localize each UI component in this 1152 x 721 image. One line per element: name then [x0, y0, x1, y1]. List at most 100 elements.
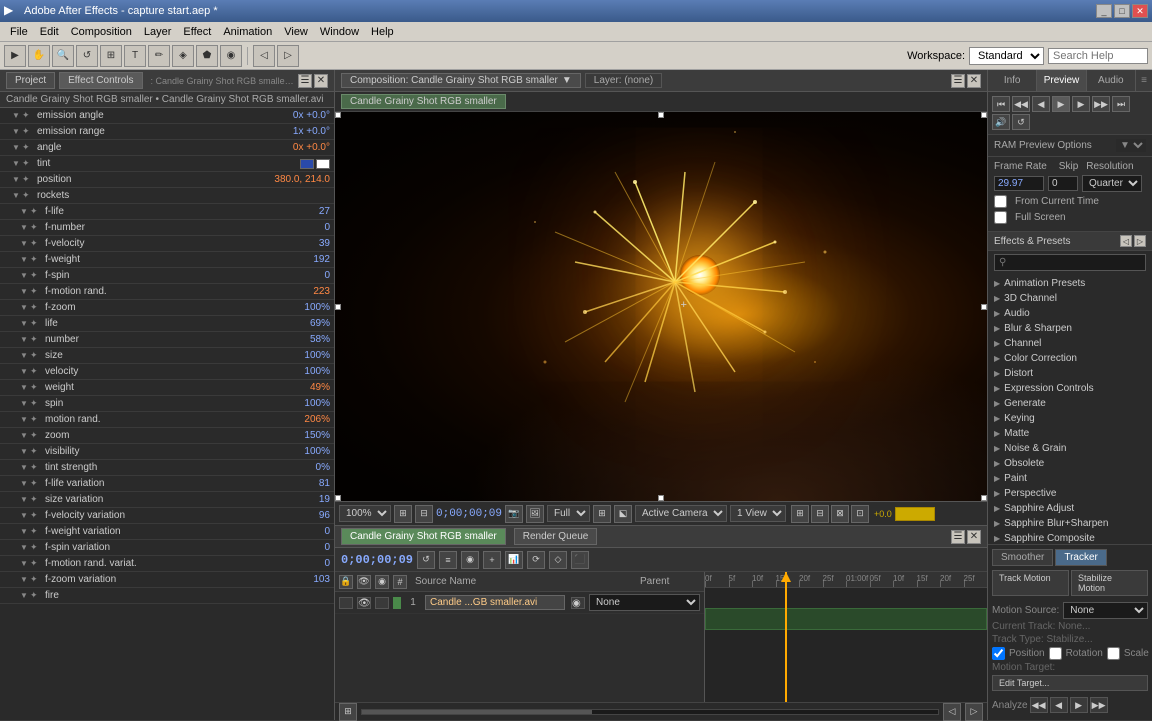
handle-mr[interactable] [981, 304, 987, 310]
effect-item[interactable]: ▼✦visibility100% [0, 444, 334, 460]
tl-btn-col[interactable]: ⬛ [571, 551, 589, 569]
effect-item[interactable]: ▼✦f-spin0 [0, 268, 334, 284]
ep-list-item[interactable]: ▶Perspective [988, 486, 1152, 501]
tool-text[interactable]: T [124, 45, 146, 67]
prev-first-btn[interactable]: ⏮ [992, 96, 1010, 112]
effect-item[interactable]: ▼✦emission range1x +0.0° [0, 124, 334, 140]
timeline-timecode[interactable]: 0;00;00;09 [341, 553, 413, 567]
handle-ml[interactable] [335, 304, 341, 310]
effect-item[interactable]: ▼✦f-motion rand. variat.0 [0, 556, 334, 572]
rp-expand-btn[interactable]: ≡ [1136, 70, 1152, 91]
menu-effect[interactable]: Effect [177, 24, 217, 40]
minimize-button[interactable]: _ [1096, 4, 1112, 18]
ep-list-item[interactable]: ▶Expression Controls [988, 381, 1152, 396]
tl-nav-btn1[interactable]: ◁ [943, 703, 961, 721]
effect-item[interactable]: ▼✦f-spin variation0 [0, 540, 334, 556]
effect-item[interactable]: ▼✦size variation19 [0, 492, 334, 508]
ep-list-item[interactable]: ▶Color Correction [988, 351, 1152, 366]
track-parent-select[interactable]: None [589, 594, 700, 611]
zoom-select[interactable]: 100% [339, 505, 391, 522]
comp-panel-menu[interactable]: ☰ [951, 74, 965, 88]
scale-checkbox[interactable] [1107, 647, 1120, 660]
workspace-select[interactable]: Standard [969, 47, 1044, 65]
effect-item[interactable]: ▼✦f-weight variation0 [0, 524, 334, 540]
tl-btn-solo[interactable]: ◉ [461, 551, 479, 569]
rp-tab-audio[interactable]: Audio [1087, 70, 1136, 91]
menu-file[interactable]: File [4, 24, 34, 40]
timeline-close-btn[interactable]: ✕ [967, 530, 981, 544]
effect-item[interactable]: ▼✦motion rand.206% [0, 412, 334, 428]
ram-options-select[interactable]: ▼ [1116, 139, 1146, 152]
effect-item[interactable]: ▼✦velocity100% [0, 364, 334, 380]
comp-fit-btn[interactable]: ⊞ [394, 505, 412, 523]
tab-effect-controls[interactable]: Effect Controls [59, 72, 142, 89]
prev-play-btn[interactable]: ▶ [1052, 96, 1070, 112]
menu-help[interactable]: Help [365, 24, 400, 40]
tab-project[interactable]: Project [6, 72, 55, 89]
tab-comp-timeline[interactable]: Candle Grainy Shot RGB smaller [341, 528, 506, 545]
cursor-indicator[interactable]: + [681, 299, 693, 311]
effect-item[interactable]: ▼✦f-zoom variation103 [0, 572, 334, 588]
from-current-checkbox[interactable] [994, 195, 1007, 208]
analyze-step-fwd-btn[interactable]: ▶ [1070, 697, 1088, 713]
tool-zoom[interactable]: 🔍 [52, 45, 74, 67]
menu-animation[interactable]: Animation [217, 24, 278, 40]
effect-item[interactable]: ▼✦tint strength0% [0, 460, 334, 476]
tl-btn-stagger[interactable]: ≡ [439, 551, 457, 569]
analyze-step-back-btn[interactable]: ◀ [1050, 697, 1068, 713]
tl-btn-add[interactable]: + [483, 551, 501, 569]
ep-list-item[interactable]: ▶Matte [988, 426, 1152, 441]
effect-item[interactable]: ▼✦f-velocity variation96 [0, 508, 334, 524]
rp-tab-preview[interactable]: Preview [1037, 70, 1086, 91]
close-button[interactable]: ✕ [1132, 4, 1148, 18]
resolution-select[interactable]: Quarter [1082, 175, 1142, 192]
comp-grid-btn[interactable]: ⊟ [415, 505, 433, 523]
ram-preview-label[interactable]: RAM Preview Options ▼ [994, 139, 1146, 152]
tool-cam1[interactable]: ⊞ [100, 45, 122, 67]
ep-list-item[interactable]: ▶Obsolete [988, 456, 1152, 471]
ep-list-item[interactable]: ▶Distort [988, 366, 1152, 381]
ep-list-item[interactable]: ▶Sapphire Adjust [988, 501, 1152, 516]
motion-source-select[interactable]: None [1063, 602, 1148, 619]
handle-bm[interactable] [658, 495, 664, 501]
effect-item[interactable]: ▼✦f-number0 [0, 220, 334, 236]
tl-header-btn3[interactable]: ◉ [375, 575, 389, 589]
tl-btn-motion[interactable]: ⟳ [527, 551, 545, 569]
effect-item[interactable]: ▼✦f-velocity39 [0, 236, 334, 252]
ep-list-item[interactable]: ▶Animation Presets [988, 276, 1152, 291]
effect-item[interactable]: ▼✦weight49% [0, 380, 334, 396]
analyze-back-btn[interactable]: ◀◀ [1030, 697, 1048, 713]
handle-tr[interactable] [981, 112, 987, 118]
frame-rate-input[interactable] [994, 176, 1044, 191]
tool-brush[interactable]: ⬟ [196, 45, 218, 67]
handle-br[interactable] [981, 495, 987, 501]
track-name-input[interactable] [425, 595, 565, 610]
tool-puppet[interactable]: ◉ [220, 45, 242, 67]
panel-close-btn[interactable]: ✕ [314, 74, 328, 88]
prev-step-fwd-btn[interactable]: ▶ [1072, 96, 1090, 112]
prev-audio-btn[interactable]: 🔊 [992, 114, 1010, 130]
panel-menu-btn[interactable]: ☰ [298, 74, 312, 88]
tool-rotate[interactable]: ↺ [76, 45, 98, 67]
tl-btn-graph[interactable]: 📊 [505, 551, 523, 569]
handle-tl[interactable] [335, 112, 341, 118]
stabilize-motion-btn[interactable]: Stabilize Motion [1071, 570, 1148, 596]
effect-item[interactable]: ▼✦f-weight192 [0, 252, 334, 268]
timeline-menu-btn[interactable]: ☰ [951, 530, 965, 544]
menu-layer[interactable]: Layer [138, 24, 178, 40]
comp-timecode[interactable]: 0;00;00;09 [436, 508, 502, 520]
tool-select[interactable]: ▶ [4, 45, 26, 67]
tl-header-btn4[interactable]: # [393, 575, 407, 589]
prev-fwd-btn[interactable]: ▶▶ [1092, 96, 1110, 112]
smoother-tab[interactable]: Smoother [992, 549, 1053, 566]
tool-pen[interactable]: ✏ [148, 45, 170, 67]
handle-bl[interactable] [335, 495, 341, 501]
comp-transp-btn[interactable]: ⬕ [614, 505, 632, 523]
effect-item[interactable]: ▼✦position380.0, 214.0 [0, 172, 334, 188]
analyze-fwd-btn[interactable]: ▶▶ [1090, 697, 1108, 713]
effect-item[interactable]: ▼✦tint [0, 156, 334, 172]
exposure-bar[interactable] [895, 507, 935, 521]
track-extra-btn[interactable]: ◉ [571, 597, 585, 609]
position-checkbox[interactable] [992, 647, 1005, 660]
tl-nav-btn2[interactable]: ▷ [965, 703, 983, 721]
